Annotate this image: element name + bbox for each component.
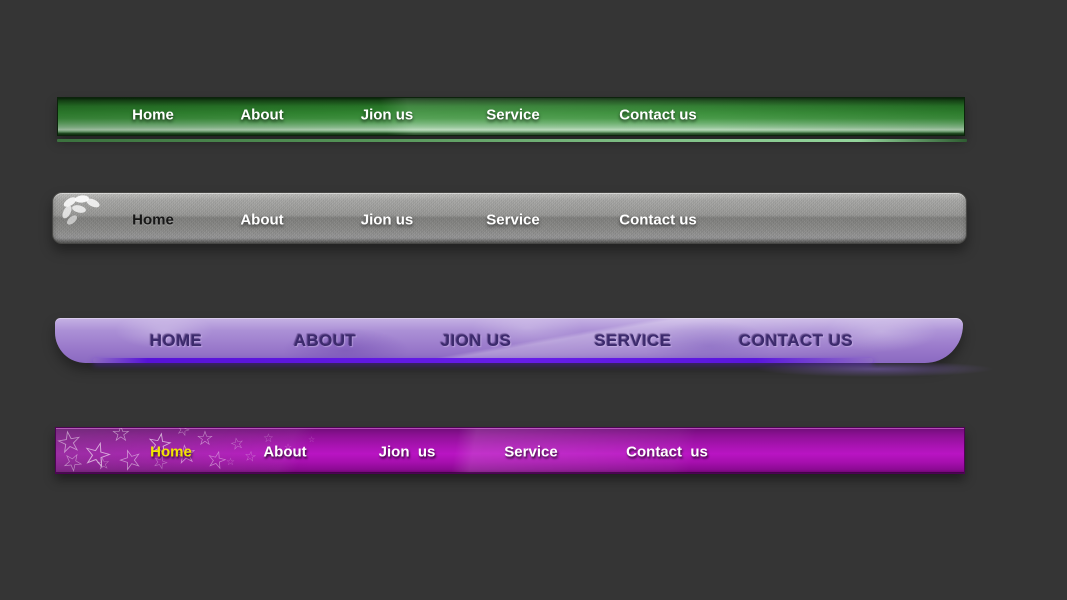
star-icon: ☆: [111, 427, 131, 447]
star-icon: ☆: [77, 431, 118, 474]
nav-green-contact-us[interactable]: Contact us: [619, 107, 697, 124]
nav-gray-service[interactable]: Service: [486, 212, 539, 229]
nav-magenta-service[interactable]: Service: [504, 443, 557, 460]
nav-magenta-home[interactable]: Home: [150, 443, 192, 460]
green-reflection-line: [57, 139, 967, 142]
star-icon: ☆: [242, 448, 258, 466]
design-canvas: Home About Jion us Service Contact us Ho…: [0, 0, 1067, 600]
nav-gray-jion-us[interactable]: Jion us: [361, 212, 414, 229]
nav-green-jion-us[interactable]: Jion us: [361, 107, 414, 124]
nav-purple-about[interactable]: ABOUT: [294, 331, 356, 351]
star-icon: ☆: [226, 457, 235, 468]
star-icon: ☆: [94, 453, 112, 474]
nav-purple-jion-us[interactable]: JION US: [441, 331, 512, 351]
nav-purple-service[interactable]: SERVICE: [594, 331, 671, 351]
star-icon: ☆: [196, 427, 214, 450]
paw-flower-icon: [62, 195, 100, 225]
star-icon: ☆: [263, 431, 274, 445]
star-icon: ☆: [202, 443, 231, 474]
star-icon: ☆: [228, 432, 247, 455]
purple-under-glow: [755, 361, 995, 377]
nav-green-about[interactable]: About: [240, 107, 283, 124]
nav-magenta-jion-us[interactable]: Jion us: [379, 443, 436, 460]
nav-gray-contact-us[interactable]: Contact us: [619, 212, 697, 229]
nav-green-service[interactable]: Service: [486, 107, 539, 124]
navbar-green: Home About Jion us Service Contact us: [57, 97, 967, 142]
navbar-gray: Home About Jion us Service Contact us: [52, 192, 967, 244]
star-icon: ☆: [56, 444, 90, 474]
nav-gray-about[interactable]: About: [240, 212, 283, 229]
star-icon: ☆: [55, 427, 86, 463]
nav-magenta-contact-us[interactable]: Contact us: [626, 443, 708, 460]
nav-magenta-about[interactable]: About: [263, 443, 306, 460]
star-icon: ☆: [113, 439, 148, 474]
navbar-purple: HOME ABOUT JION US SERVICE CONTACT US: [55, 318, 995, 377]
nav-green-home[interactable]: Home: [132, 107, 174, 124]
navbar-magenta: ☆ ☆ ☆ ☆ ☆ ☆ ☆ ☆ ☆ ☆ ☆ ☆ ☆ ☆ ☆ ☆ ☆ ☆ Home…: [55, 427, 965, 474]
star-icon: ☆: [173, 427, 194, 441]
star-icon: ☆: [308, 435, 316, 444]
nav-purple-contact-us[interactable]: CONTACT US: [739, 331, 853, 351]
nav-purple-home[interactable]: HOME: [150, 331, 203, 351]
nav-gray-home[interactable]: Home: [132, 212, 174, 229]
